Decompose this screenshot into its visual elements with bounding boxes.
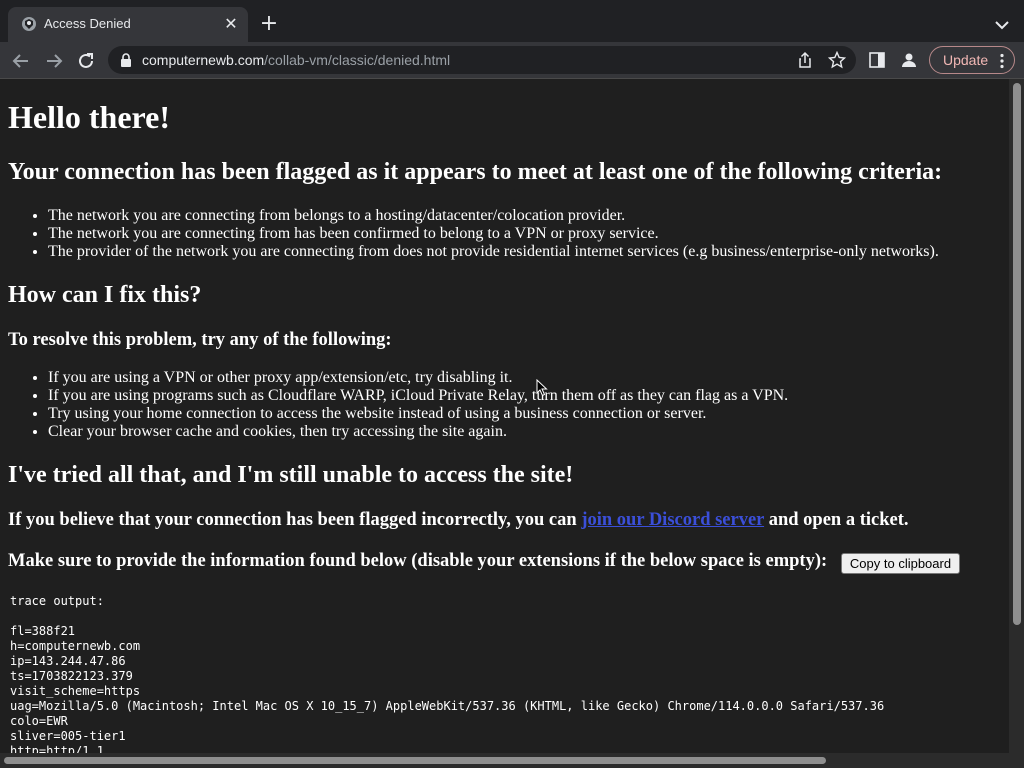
favicon-icon	[22, 17, 36, 31]
url-path: /collab-vm/classic/denied.html	[264, 52, 451, 68]
browser-toolbar: computernewb.com/collab-vm/classic/denie…	[0, 42, 1024, 78]
browser-tab[interactable]: Access Denied ✕	[8, 7, 248, 42]
list-item: Clear your browser cache and cookies, th…	[48, 423, 788, 441]
address-bar[interactable]: computernewb.com/collab-vm/classic/denie…	[108, 46, 856, 74]
list-item: The provider of the network you are conn…	[48, 243, 939, 261]
back-arrow-icon[interactable]	[10, 50, 32, 72]
lock-icon[interactable]	[120, 53, 132, 67]
incorrect-suffix: and open a ticket.	[764, 510, 909, 530]
profile-icon[interactable]	[900, 51, 918, 69]
horizontal-scroll-thumb[interactable]	[4, 757, 826, 764]
side-panel-icon[interactable]	[868, 51, 886, 69]
horizontal-scrollbar[interactable]	[0, 753, 1009, 768]
trace-output: trace output: fl=388f21 h=computernewb.c…	[10, 594, 885, 753]
mouse-cursor-icon	[536, 379, 548, 397]
chevron-down-icon[interactable]	[990, 15, 1014, 35]
list-item: The network you are connecting from has …	[48, 225, 939, 243]
reload-icon[interactable]	[75, 50, 97, 72]
url-host: computernewb.com	[142, 52, 265, 68]
vertical-scroll-thumb[interactable]	[1013, 83, 1021, 625]
scrollbar-corner	[1009, 753, 1024, 768]
close-icon[interactable]: ✕	[222, 15, 240, 33]
url-text: computernewb.com/collab-vm/classic/denie…	[142, 51, 450, 69]
star-icon[interactable]	[828, 51, 846, 69]
copy-to-clipboard-button[interactable]: Copy to clipboard	[841, 553, 960, 574]
list-item: The network you are connecting from belo…	[48, 207, 939, 225]
tab-strip: Access Denied ✕ +	[0, 0, 1024, 42]
update-label: Update	[943, 52, 989, 68]
flagged-heading: Your connection has been flagged as it a…	[8, 159, 943, 185]
list-item: Try using your home connection to access…	[48, 405, 788, 423]
vertical-scrollbar[interactable]	[1009, 79, 1024, 753]
forward-arrow-icon[interactable]	[43, 50, 65, 72]
update-button[interactable]: Update	[929, 46, 1015, 74]
flagged-incorrectly-text: If you believe that your connection has …	[8, 508, 909, 532]
tab-title: Access Denied	[44, 16, 131, 31]
kebab-menu-icon[interactable]	[999, 53, 1005, 69]
still-heading: I've tried all that, and I'm still unabl…	[8, 462, 574, 488]
plus-icon[interactable]: +	[258, 13, 280, 35]
fix-heading: How can I fix this?	[8, 282, 202, 308]
provide-info-text: Make sure to provide the information fou…	[8, 551, 828, 571]
resolve-heading: To resolve this problem, try any of the …	[8, 330, 392, 350]
discord-link[interactable]: join our Discord server	[581, 510, 764, 530]
fixes-list: If you are using a VPN or other proxy ap…	[8, 369, 788, 441]
incorrect-prefix: If you believe that your connection has …	[8, 510, 582, 530]
share-icon[interactable]	[796, 51, 814, 69]
page-title: Hello there!	[8, 99, 171, 135]
criteria-list: The network you are connecting from belo…	[8, 207, 939, 261]
list-item: If you are using a VPN or other proxy ap…	[48, 369, 788, 387]
page-content: Hello there! Your connection has been fl…	[0, 79, 1009, 753]
list-item: If you are using programs such as Cloudf…	[48, 387, 788, 405]
